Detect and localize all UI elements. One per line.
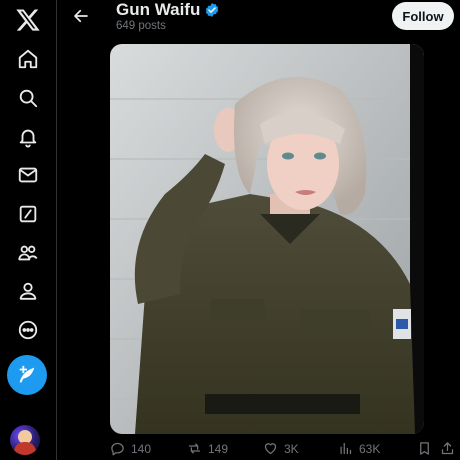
profile-header: Gun Waifu 649 posts Follow [61,0,460,42]
like-action[interactable]: 3K [263,441,299,456]
repost-action[interactable]: 149 [187,441,228,456]
heart-icon [264,443,277,455]
repost-icon [188,443,201,454]
post-photo[interactable] [110,44,424,434]
bookmark-icon [420,442,429,455]
explore-icon[interactable] [8,78,48,118]
post-count: 649 posts [116,20,166,32]
account-avatar[interactable] [10,425,40,455]
post-button[interactable] [7,355,47,395]
verified-badge-icon [206,3,219,17]
profile-icon[interactable] [8,271,48,311]
grok-icon[interactable] [8,194,48,234]
share-action[interactable] [440,441,455,456]
x-logo-icon[interactable] [8,0,48,40]
reply-count: 140 [131,441,152,456]
compose-icon [19,365,35,383]
left-nav-rail [0,0,57,460]
title-row: Gun Waifu [116,0,220,20]
back-arrow-icon[interactable] [71,6,91,26]
communities-icon[interactable] [8,233,48,273]
repost-count: 149 [208,441,229,456]
share-icon [441,442,454,455]
bookmark-action[interactable] [417,441,432,456]
views-chart-icon [340,442,352,455]
more-icon[interactable] [8,310,48,350]
like-count: 3K [284,441,299,456]
reply-icon [111,442,124,456]
messages-icon[interactable] [8,155,48,195]
follow-button[interactable]: Follow [392,2,454,30]
account-name: Gun Waifu [116,0,201,19]
views-action[interactable]: 63K [338,441,380,456]
notifications-icon[interactable] [8,117,48,157]
post-actions: 140 149 3K 63K [105,440,460,460]
views-count: 63K [359,441,381,456]
home-icon[interactable] [8,39,48,79]
reply-action[interactable]: 140 [110,441,151,456]
